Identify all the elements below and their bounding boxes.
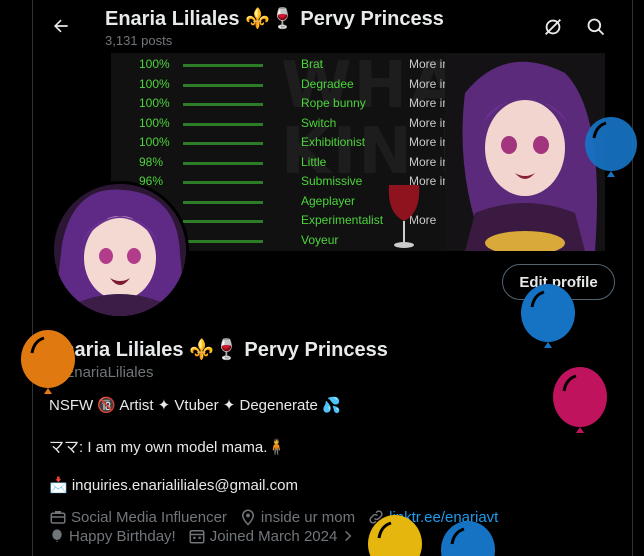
kink-name: Brat [301,57,324,71]
kink-bar [183,161,263,165]
bio-line-2: ママ: I am my own model mama.🧍 [49,439,287,456]
kink-percent: 100% [139,57,170,71]
kink-bar [183,142,263,145]
kink-bar [183,64,263,67]
kink-bar [183,83,263,87]
category-text: Social Media Influencer [71,508,227,526]
yellow-balloon-icon [368,515,422,556]
kink-percent: 98% [139,154,164,169]
kink-percent: 100% [139,115,170,130]
profile-banner[interactable]: WHA KIN DO 100% Brat More info 100% Degradee M… [111,53,605,251]
kink-percent: 100% [139,135,170,149]
orange-balloon-icon [21,330,75,394]
kink-row: 100% Exhibitionist More info [111,133,471,153]
kink-bar [183,239,263,243]
kink-bar [183,220,263,223]
location-text: inside ur mom [260,508,356,526]
joined-item[interactable]: Joined March 2024 [188,527,360,545]
profile-meta-row-2: Happy Birthday! Joined March 2024 [49,527,371,545]
blue-balloon-icon [521,284,575,348]
bio-line-1: NSFW 🔞 Artist ✦ Vtuber ✦ Degenerate 💦 [49,397,341,414]
hide-icon-button[interactable] [538,12,568,42]
kink-name: Voyeur [301,232,339,247]
back-button[interactable] [45,10,77,42]
briefcase-icon [50,511,66,524]
kink-name: Degradee [301,76,354,91]
profile-name: Enaria Liliales ⚜️🍷 Pervy Princess [49,339,388,361]
blue-balloon-icon [585,117,637,177]
banner-character-art [445,53,605,251]
kink-name: Ageplayer [301,193,356,208]
chevron-right-icon [345,530,352,542]
birthday-text: Happy Birthday! [69,527,176,545]
kink-name: Little [301,154,327,169]
arrow-left-icon [54,19,68,33]
column-border-right [632,0,633,556]
kink-name: Exhibitionist [301,135,366,149]
kink-name: Rope bunny [301,96,366,110]
blue-balloon-icon [441,521,495,556]
avatar-image [54,184,186,316]
post-count: 3,131 posts [105,33,173,48]
kink-bar [183,103,263,106]
kink-row: 100% Brat More info [111,55,471,75]
eye-slash-icon [545,19,561,35]
search-button[interactable] [581,12,611,42]
joined-text: Joined March 2024 [209,527,338,545]
kink-row: 100% Switch More info [111,114,471,134]
location-item: inside ur mom [239,508,355,526]
wine-glass-art [388,185,420,248]
magenta-balloon-icon [553,367,607,433]
kink-name: Experimentalist [301,213,384,227]
column-border-left [32,0,33,556]
kink-name: Submissive [301,174,363,188]
bio-line-3: 📩 inquiries.enarialiliales@gmail.com [49,477,298,494]
kink-row: 100% Degradee More info [111,75,471,95]
profile-avatar[interactable] [51,181,189,319]
search-icon [587,18,605,36]
kink-percent: 100% [139,76,170,91]
birthday-item: Happy Birthday! [49,527,176,545]
profile-header: Enaria Liliales ⚜️🍷 Pervy Princess 3,131… [33,0,632,53]
kink-name: Switch [301,115,337,130]
category-item: Social Media Influencer [49,508,227,526]
kink-row: 100% Rope bunny More info [111,94,471,114]
location-pin-icon [241,509,254,526]
balloon-icon [52,529,62,542]
kink-percent: 100% [139,96,170,110]
kink-bar [183,122,263,126]
calendar-icon [189,530,205,544]
header-title: Enaria Liliales ⚜️🍷 Pervy Princess [105,8,444,30]
kink-bar [183,200,263,204]
kink-bar [183,181,263,184]
kink-row: 98% Little More info [111,153,471,173]
